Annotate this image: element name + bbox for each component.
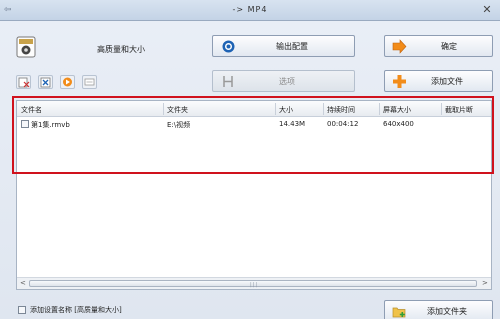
- scroll-left-arrow[interactable]: <: [20, 279, 26, 287]
- window-title: -> MP4: [232, 5, 268, 14]
- info-icon[interactable]: [82, 75, 97, 89]
- cell-screen-size: 640x400: [383, 120, 414, 128]
- ok-label: 确定: [441, 42, 457, 51]
- add-folder-label: 添加文件夹: [427, 307, 467, 316]
- add-file-button[interactable]: 添加文件: [384, 70, 493, 92]
- list-header: 文件名 文件夹 大小 持续时间 屏幕大小 截取片断: [17, 101, 491, 117]
- gear-icon: [222, 40, 235, 53]
- column-divider[interactable]: [379, 103, 380, 115]
- cell-size: 14.43M: [279, 120, 306, 128]
- output-config-label: 输出配置: [276, 42, 308, 51]
- plus-icon: [393, 75, 406, 88]
- title-bar: ⇦ -> MP4 ✕: [0, 0, 500, 21]
- sliders-icon: [223, 76, 233, 87]
- column-divider[interactable]: [323, 103, 324, 115]
- table-row[interactable]: 第1集.rmvb E:\视频 14.43M 00:04:12 640x400: [17, 118, 491, 130]
- scroll-right-arrow[interactable]: >: [482, 279, 488, 287]
- preset-label: 高质量和大小: [97, 45, 145, 54]
- add-folder-button[interactable]: 添加文件夹: [384, 300, 493, 319]
- scroll-thumb[interactable]: |||: [29, 280, 477, 288]
- file-list[interactable]: 文件名 文件夹 大小 持续时间 屏幕大小 截取片断 第1集.rmvb E:\视频…: [16, 100, 492, 290]
- col-duration[interactable]: 持续时间: [327, 105, 355, 115]
- options-button[interactable]: 选项: [212, 70, 355, 92]
- folder-add-icon: [392, 307, 406, 318]
- cell-filename: 第1集.rmvb: [31, 121, 70, 129]
- cell-folder: E:\视频: [167, 121, 191, 129]
- play-icon[interactable]: [60, 75, 75, 89]
- col-clip[interactable]: 截取片断: [445, 105, 473, 115]
- cell-duration: 00:04:12: [327, 120, 359, 128]
- video-settings-icon: [16, 36, 36, 58]
- add-setting-checkbox[interactable]: [18, 306, 26, 314]
- options-label: 选项: [279, 77, 295, 86]
- ok-button[interactable]: 确定: [384, 35, 493, 57]
- column-divider[interactable]: [275, 103, 276, 115]
- close-button[interactable]: ✕: [480, 3, 494, 17]
- output-config-button[interactable]: 输出配置: [212, 35, 355, 57]
- file-remove-icon[interactable]: [16, 75, 31, 89]
- scroll-grip: |||: [250, 282, 259, 288]
- column-divider[interactable]: [441, 103, 442, 115]
- col-folder[interactable]: 文件夹: [167, 105, 188, 115]
- col-screen-size[interactable]: 屏幕大小: [383, 105, 411, 115]
- col-size[interactable]: 大小: [279, 105, 293, 115]
- add-setting-label: 添加设置名称 [高质量和大小]: [30, 306, 122, 314]
- arrow-right-icon: [392, 39, 407, 54]
- row-checkbox[interactable]: [21, 120, 29, 128]
- add-file-label: 添加文件: [431, 77, 463, 86]
- horizontal-scrollbar[interactable]: < ||| >: [17, 277, 491, 289]
- col-filename[interactable]: 文件名: [21, 105, 42, 115]
- column-divider[interactable]: [163, 103, 164, 115]
- clear-icon[interactable]: [38, 75, 53, 89]
